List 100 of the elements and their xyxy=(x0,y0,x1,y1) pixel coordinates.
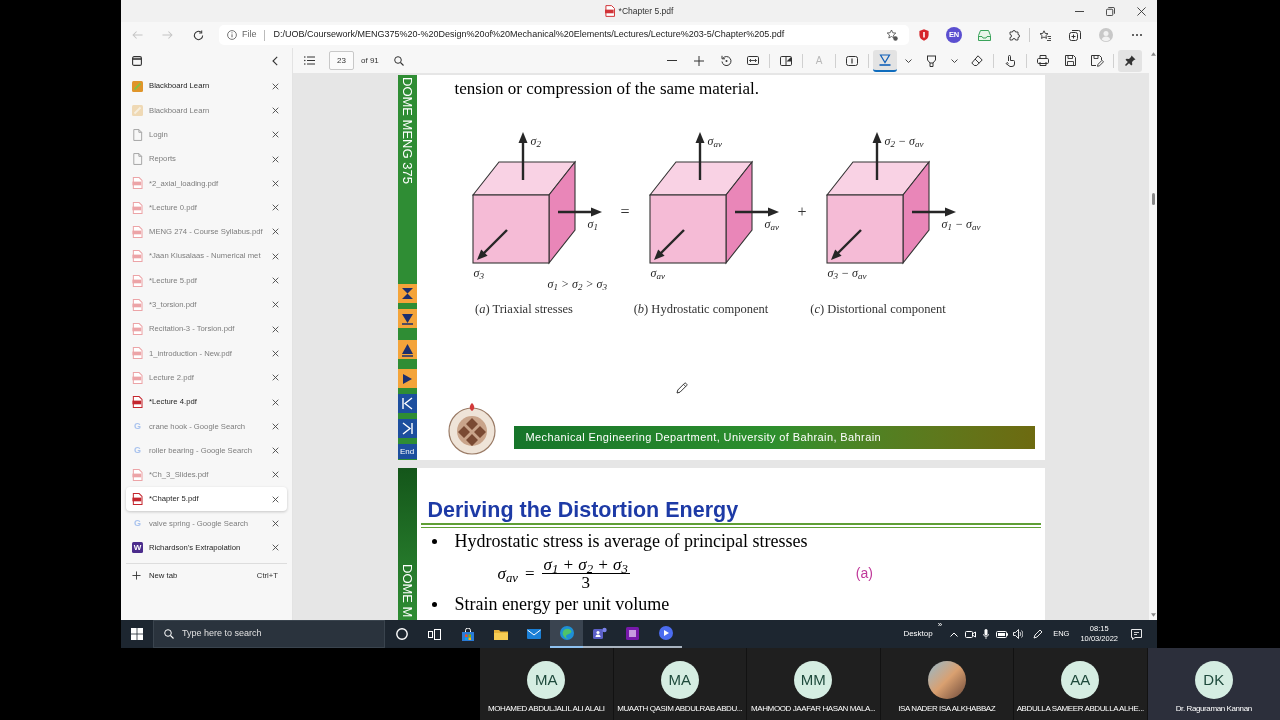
battery-icon[interactable] xyxy=(996,629,1009,639)
close-icon[interactable] xyxy=(272,228,279,236)
rotate-icon[interactable] xyxy=(720,55,732,66)
close-icon[interactable] xyxy=(272,495,279,503)
first-slide-icon[interactable] xyxy=(397,394,417,413)
hand-icon[interactable] xyxy=(1005,54,1015,67)
scroll-up-icon[interactable] xyxy=(1150,52,1156,56)
info-icon[interactable] xyxy=(227,30,237,40)
close-icon[interactable] xyxy=(272,471,279,479)
slide-nav-icon[interactable] xyxy=(397,340,417,359)
equation-number: (a) xyxy=(855,564,873,583)
highlighter-icon[interactable] xyxy=(925,54,937,67)
stress-arrow xyxy=(695,132,704,180)
close-icon[interactable] xyxy=(272,349,279,357)
tab-actions-icon[interactable] xyxy=(132,56,142,66)
ring-icon[interactable] xyxy=(395,628,408,640)
draw-tool-button[interactable] xyxy=(873,49,897,72)
scroll-down-icon[interactable] xyxy=(1150,613,1156,617)
pencil-cursor-icon xyxy=(675,382,688,394)
tray-icon[interactable] xyxy=(977,29,991,41)
slide-nav-icon[interactable] xyxy=(397,309,417,328)
speaker-icon[interactable] xyxy=(1013,629,1024,639)
chevron-left-icon[interactable] xyxy=(272,56,278,66)
bullet-text: Hydrostatic stress is average of principal stresses xyxy=(454,532,808,551)
close-icon[interactable] xyxy=(272,520,279,527)
pin-button[interactable] xyxy=(1118,49,1142,72)
last-slide-icon[interactable] xyxy=(397,419,417,438)
eraser-icon[interactable] xyxy=(971,55,983,66)
two-page-icon[interactable] xyxy=(780,55,792,66)
scrollbar-thumb[interactable] xyxy=(1151,193,1155,205)
close-icon[interactable] xyxy=(272,422,279,430)
zoom-in-icon[interactable] xyxy=(694,55,704,66)
start-icon[interactable] xyxy=(131,628,143,640)
overflow-label[interactable]: » xyxy=(937,621,943,629)
close-icon[interactable] xyxy=(272,374,279,382)
search-box[interactable]: Type here to search xyxy=(153,620,385,648)
puzzle-icon[interactable] xyxy=(1008,29,1020,41)
print-icon[interactable] xyxy=(1037,55,1049,66)
scheme-label: File xyxy=(242,28,257,42)
close-icon[interactable] xyxy=(272,447,279,455)
microphone-icon[interactable] xyxy=(983,629,990,639)
notification-icon[interactable] xyxy=(1131,628,1142,640)
folder-icon[interactable] xyxy=(493,628,508,640)
search-icon[interactable] xyxy=(393,55,404,66)
save-as-icon[interactable] xyxy=(1090,54,1104,67)
end-button[interactable]: End xyxy=(397,444,417,459)
pen-icon[interactable] xyxy=(1033,629,1044,639)
address-bar[interactable]: File D:/UOB/Coursework/MENG375%20-%20Design%20of%20Mechanical%20Elements/Lectures/Lecture%203-5/Chapter%205.pdf xyxy=(219,25,909,45)
stress-relation: σ$_{1}$ > σ$_{2}$ > σ$_{3}$ xyxy=(547,277,607,291)
taskbar-button[interactable] xyxy=(550,620,583,648)
collections-icon[interactable] xyxy=(1069,29,1081,41)
close-icon[interactable] xyxy=(272,301,279,309)
figure-caption: (b) Hydrostatic component xyxy=(633,301,769,317)
close-icon[interactable] xyxy=(272,398,279,406)
side-label: DOME MENG 375 xyxy=(398,77,416,184)
envelope-icon[interactable] xyxy=(526,629,541,639)
close-icon[interactable] xyxy=(272,204,279,212)
close-icon[interactable] xyxy=(272,106,279,114)
fit-width-icon[interactable] xyxy=(747,56,759,65)
refresh-icon[interactable] xyxy=(193,29,204,41)
minimize-icon[interactable] xyxy=(1075,10,1084,12)
camera-icon[interactable] xyxy=(965,629,977,639)
close-icon[interactable] xyxy=(1137,6,1146,16)
shopping-bag-icon[interactable] xyxy=(460,627,475,641)
slide-nav-icon[interactable] xyxy=(397,284,417,303)
circle-play-icon[interactable] xyxy=(658,626,673,640)
favorites-icon[interactable] xyxy=(1039,29,1051,41)
close-icon[interactable] xyxy=(272,252,279,260)
close-icon[interactable] xyxy=(272,82,279,90)
slide-nav-icon[interactable] xyxy=(397,369,417,388)
app-tile-icon[interactable] xyxy=(626,626,639,640)
close-icon[interactable] xyxy=(272,131,279,139)
contents-icon[interactable] xyxy=(304,56,315,65)
close-icon[interactable] xyxy=(272,325,279,333)
chevron-down-icon[interactable] xyxy=(950,58,958,63)
pdf-file-icon xyxy=(132,250,143,263)
pin-icon[interactable] xyxy=(1124,55,1136,66)
task-view-icon[interactable] xyxy=(428,628,441,640)
chevron-up-icon[interactable] xyxy=(950,631,959,637)
save-icon[interactable] xyxy=(1064,55,1076,66)
text-box-icon[interactable] xyxy=(846,55,858,66)
shield-icon[interactable] xyxy=(919,29,929,41)
desktop-toolbar-label[interactable]: Desktop xyxy=(903,628,933,640)
stress-arrow xyxy=(518,132,527,180)
close-icon[interactable] xyxy=(272,544,279,552)
add-favorite-icon[interactable] xyxy=(886,29,898,41)
browser-swirl-icon[interactable] xyxy=(559,626,574,640)
page-number-field[interactable]: 23 xyxy=(329,51,354,70)
close-icon[interactable] xyxy=(272,179,279,187)
close-icon[interactable] xyxy=(272,155,279,163)
chevron-down-icon[interactable] xyxy=(904,58,912,63)
figure-caption: (c) Distortional component xyxy=(810,301,946,317)
window-title: *Chapter 5.pdf xyxy=(618,5,674,17)
person-tile-icon[interactable] xyxy=(592,627,607,639)
page-count: of 91 xyxy=(361,54,379,67)
restore-icon[interactable] xyxy=(1106,6,1115,16)
close-icon[interactable] xyxy=(272,277,279,284)
pdf-file-icon xyxy=(132,371,143,384)
draw-icon[interactable] xyxy=(879,53,891,66)
pdf-file-icon xyxy=(132,225,143,238)
